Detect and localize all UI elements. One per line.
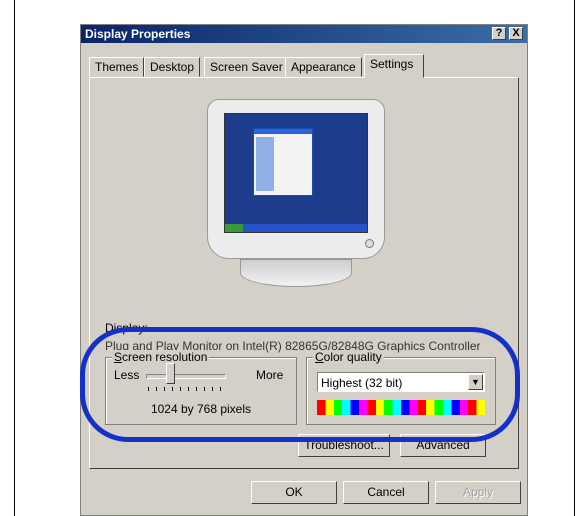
cancel-button[interactable]: Cancel (343, 481, 429, 504)
preview-start-button (225, 224, 243, 232)
slider-track (146, 374, 226, 379)
tab-desktop[interactable]: Desktop (144, 57, 201, 77)
color-spectrum-bar (317, 400, 485, 415)
title-bar: Display Properties ? X (81, 25, 527, 43)
chevron-down-icon[interactable]: ▼ (468, 374, 483, 390)
display-properties-dialog: Display Properties ? X Themes Desktop Sc… (80, 24, 528, 516)
screen-resolution-group: Screen resolution Less More 1024 by 768 … (105, 350, 297, 425)
settings-panel: Display: Plug and Play Monitor on Intel(… (89, 77, 519, 469)
tab-themes[interactable]: Themes (89, 57, 145, 77)
close-button[interactable]: X (509, 27, 523, 40)
preview-window-titlebar (254, 129, 312, 134)
power-led-icon (365, 239, 374, 248)
preview-window-sidebar (256, 137, 274, 191)
apply-button[interactable]: Apply (435, 481, 521, 504)
slider-thumb[interactable] (166, 363, 175, 384)
color-quality-select[interactable]: Highest (32 bit) ▼ (317, 372, 485, 392)
monitor-screen (224, 113, 368, 233)
troubleshoot-button[interactable]: Troubleshoot... (298, 434, 390, 457)
resolution-value: 1024 by 768 pixels (150, 402, 252, 416)
tab-settings[interactable]: Settings (364, 54, 424, 78)
color-quality-legend: Color quality (313, 350, 384, 364)
display-label: Display: (105, 321, 148, 335)
preview-taskbar (225, 224, 367, 232)
slider-ticks (148, 387, 224, 391)
monitor-stand (240, 259, 352, 287)
window-title: Display Properties (85, 27, 191, 41)
color-quality-group: Color quality Highest (32 bit) ▼ (306, 350, 496, 425)
monitor-preview (207, 99, 385, 259)
advanced-button[interactable]: Advanced (400, 434, 486, 457)
tab-screen-saver[interactable]: Screen Saver (204, 57, 289, 77)
color-quality-value: Highest (32 bit) (321, 376, 403, 390)
help-button[interactable]: ? (492, 27, 506, 40)
ok-button[interactable]: OK (251, 481, 337, 504)
tab-appearance[interactable]: Appearance (285, 57, 362, 77)
preview-window (253, 128, 313, 196)
